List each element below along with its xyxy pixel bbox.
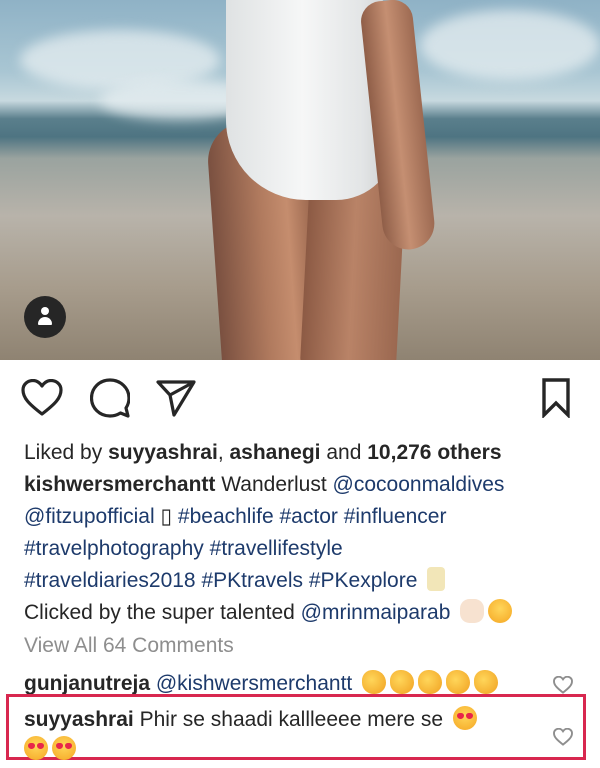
bookmark-icon xyxy=(542,378,570,418)
mention-link[interactable]: @mrinmaiparab xyxy=(301,601,451,624)
liked-user-link[interactable]: ashanegi xyxy=(229,441,320,464)
champagne-emoji-icon xyxy=(427,567,446,591)
heart-outline-icon xyxy=(553,675,573,694)
view-all-comments-link[interactable]: View All 64 Comments xyxy=(24,634,234,658)
user-tag-button[interactable] xyxy=(24,296,66,338)
missing-glyph: ▯ xyxy=(160,505,173,528)
ok-hand-emoji-icon xyxy=(362,670,387,694)
ok-hand-emoji-icon xyxy=(418,670,443,694)
mention-link[interactable]: @cocoonmaldives xyxy=(333,473,505,496)
heart-outline-icon xyxy=(553,727,573,746)
post-photo[interactable] xyxy=(0,0,600,360)
hashtag-link[interactable]: #PKtravels xyxy=(201,569,303,592)
kiss-emoji-icon xyxy=(488,599,513,623)
hashtag-link[interactable]: #travelphotography xyxy=(24,537,204,560)
heart-eyes-emoji-icon xyxy=(24,736,48,760)
ok-hand-emoji-icon xyxy=(474,670,499,694)
comment-text: Phir se shaadi kallleeee mere se xyxy=(139,708,444,731)
caption-text: Wanderlust xyxy=(215,473,333,496)
caption-line: @fitzupofficial ▯ #beachlife #actor #inf… xyxy=(24,501,584,533)
heart-eyes-emoji-icon xyxy=(52,736,76,760)
comment-username[interactable]: gunjanutreja xyxy=(24,672,150,695)
comment-row: gunjanutreja @kishwersmerchantt xyxy=(24,670,499,696)
caption-line: #travelphotography #travellifestyle xyxy=(24,533,584,565)
hashtag-link[interactable]: #beachlife xyxy=(178,505,274,528)
mention-link[interactable]: @kishwersmerchantt xyxy=(156,672,352,695)
ok-hand-emoji-icon xyxy=(390,670,415,694)
liked-by-label: Liked by xyxy=(24,441,109,464)
clap-emoji-icon xyxy=(460,599,485,623)
likes-line: Liked by suyyashrai, ashanegi and 10,276… xyxy=(24,437,584,469)
speech-bubble-icon xyxy=(90,378,130,418)
hashtag-link[interactable]: #actor xyxy=(280,505,338,528)
author-username[interactable]: kishwersmerchantt xyxy=(24,473,215,496)
likes-count-link[interactable]: 10,276 others xyxy=(367,441,501,464)
comment-username[interactable]: suyyashrai xyxy=(24,708,134,731)
comment-like-button[interactable] xyxy=(553,727,573,748)
caption-line: Clicked by the super talented @mrinmaipa… xyxy=(24,597,584,629)
comment-button[interactable] xyxy=(88,376,132,420)
action-bar xyxy=(0,360,600,436)
hashtag-link[interactable]: #travellifestyle xyxy=(210,537,343,560)
like-button[interactable] xyxy=(20,376,64,420)
caption-line: #traveldiaries2018 #PKtravels #PKexplore xyxy=(24,565,584,597)
mention-link[interactable]: @fitzupofficial xyxy=(24,505,155,528)
caption-line: kishwersmerchantt Wanderlust @cocoonmald… xyxy=(24,469,584,501)
credit-text: Clicked by the super talented xyxy=(24,601,301,624)
heart-outline-icon xyxy=(21,379,63,416)
heart-eyes-emoji-icon xyxy=(452,706,477,730)
hashtag-link[interactable]: #traveldiaries2018 xyxy=(24,569,196,592)
ok-hand-emoji-icon xyxy=(446,670,471,694)
comment-like-button[interactable] xyxy=(553,675,573,696)
liked-user-link[interactable]: suyyashrai xyxy=(108,441,218,464)
hashtag-link[interactable]: #PKexplore xyxy=(309,569,418,592)
separator: , xyxy=(217,441,230,464)
share-button[interactable] xyxy=(154,376,198,420)
post-text-block: Liked by suyyashrai, ashanegi and 10,276… xyxy=(24,437,584,629)
and-label: and xyxy=(320,441,368,464)
save-button[interactable] xyxy=(534,376,578,420)
hashtag-link[interactable]: #influencer xyxy=(344,505,447,528)
paper-plane-icon xyxy=(156,380,196,417)
comment-row: suyyashrai Phir se shaadi kallleeee mere… xyxy=(24,705,524,765)
